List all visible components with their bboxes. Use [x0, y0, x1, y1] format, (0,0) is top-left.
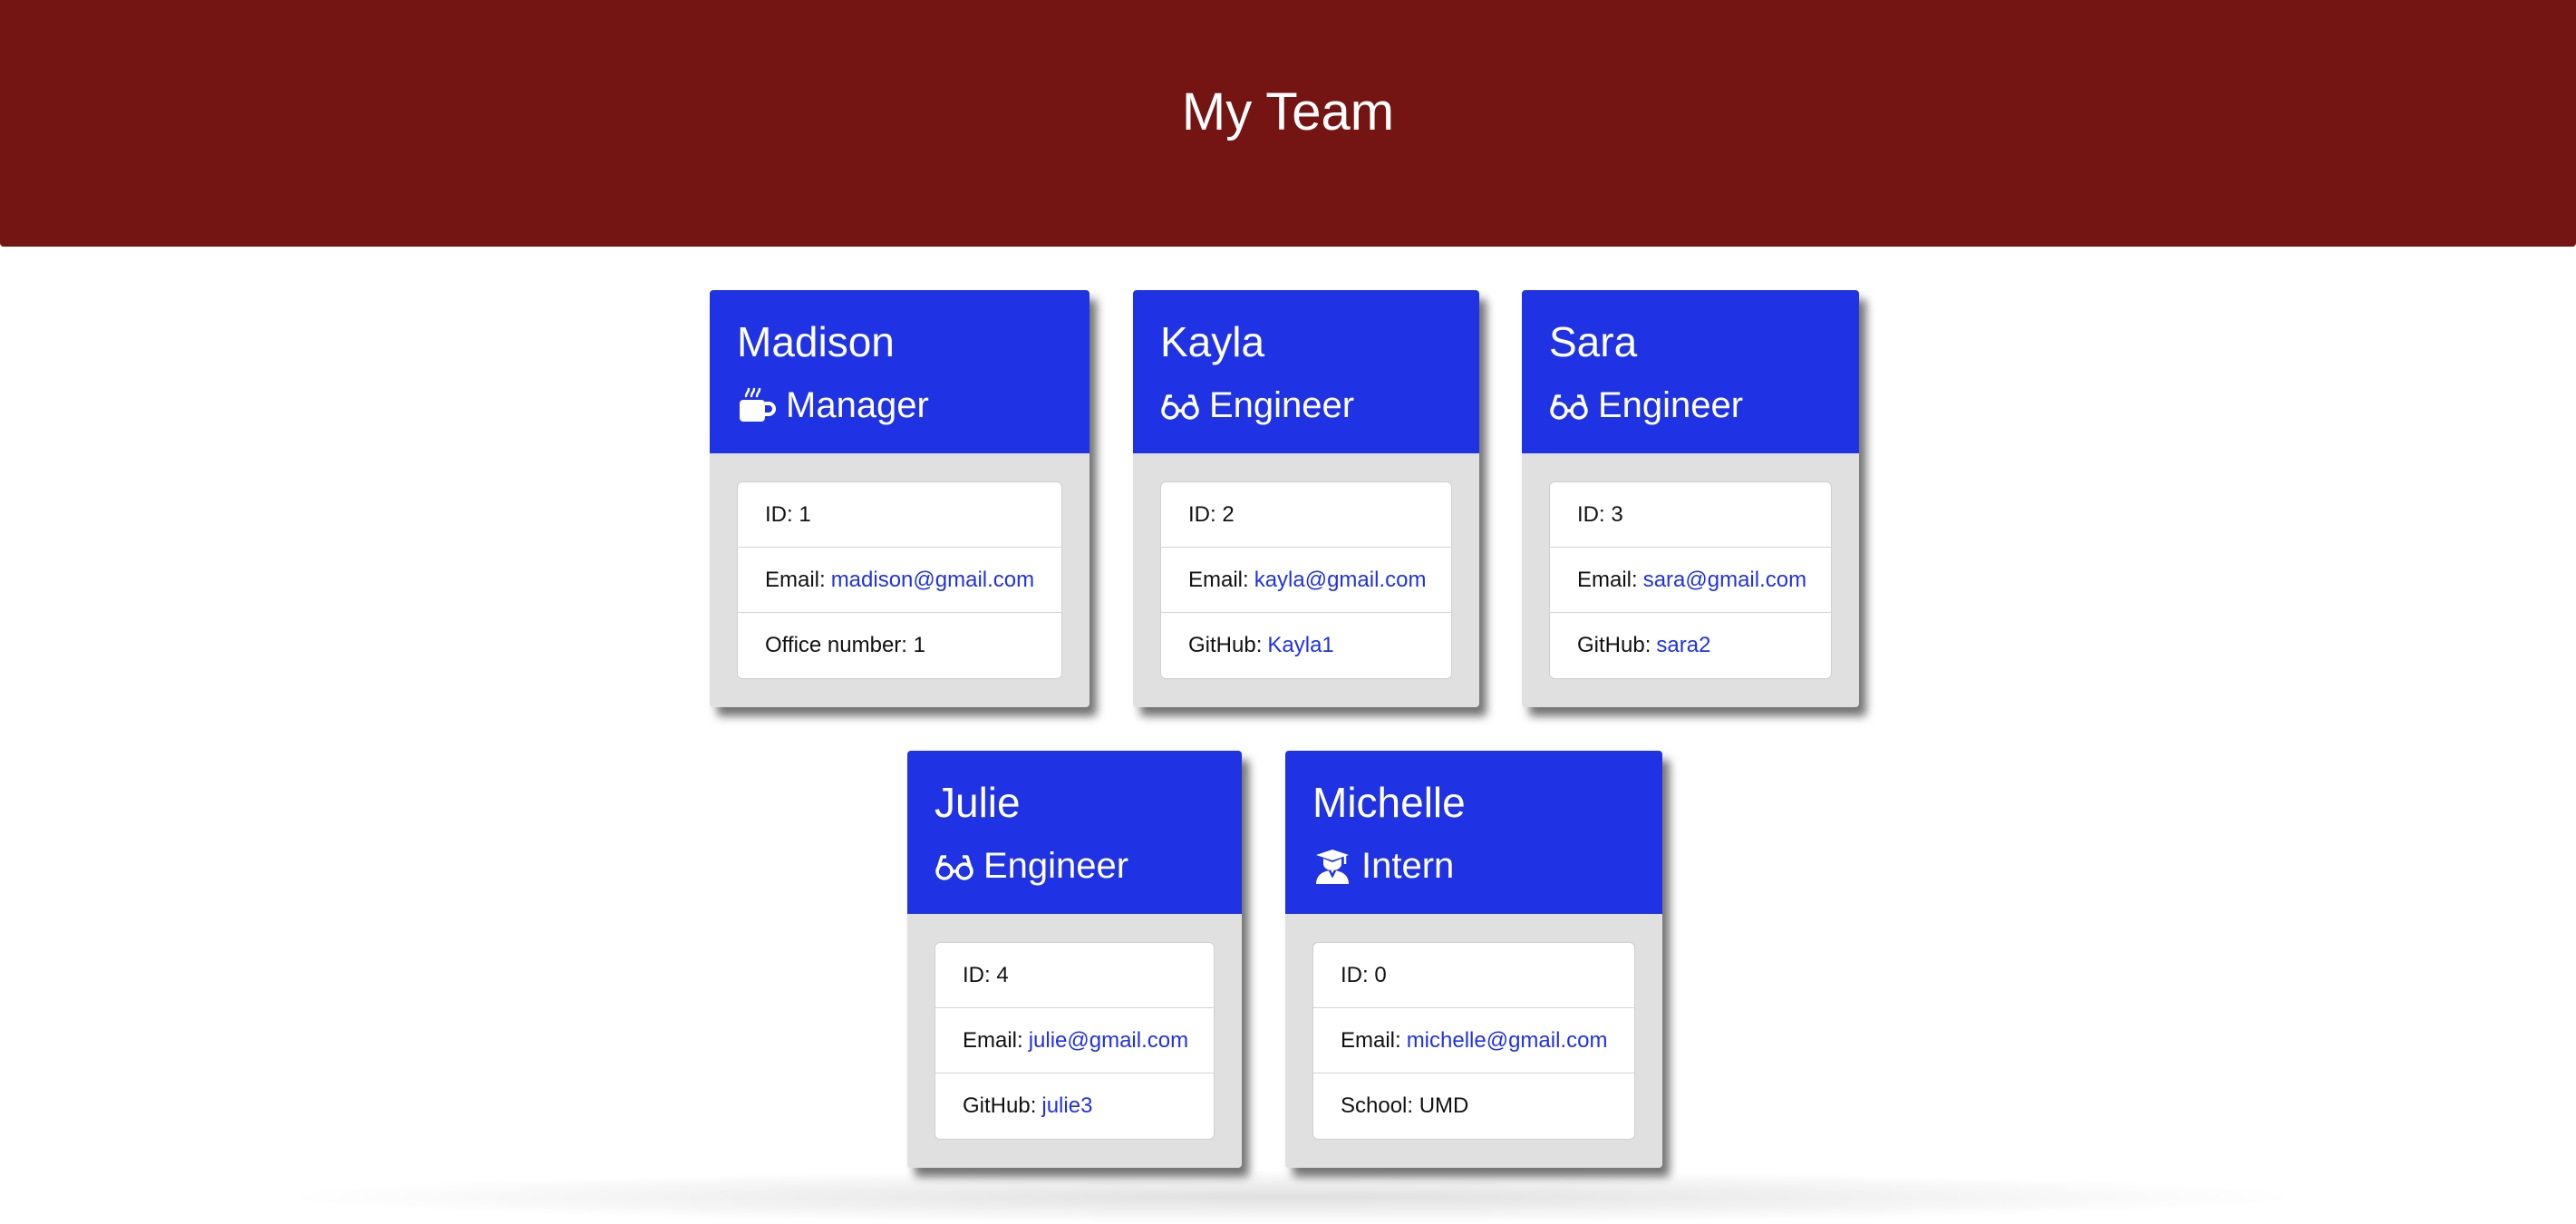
employee-card-michelle: Michelle Intern ID: 0 Email: michelle@gma…	[1285, 751, 1662, 1168]
employee-card-kayla: Kayla Engineer ID: 2 Email: kayla@gmail.c…	[1133, 290, 1479, 707]
github-label: GitHub:	[963, 1093, 1037, 1118]
card-header: Michelle Intern	[1285, 751, 1662, 914]
employee-role: Engineer	[935, 843, 1128, 889]
id-text: ID: 0	[1341, 962, 1387, 987]
graduate-icon	[1312, 846, 1352, 886]
github-link[interactable]: sara2	[1656, 633, 1710, 658]
github-row: GitHub: sara2	[1550, 613, 1831, 678]
employee-card-julie: Julie Engineer ID: 4 Email: julie@gmail.c…	[907, 751, 1242, 1168]
employee-name: Michelle	[1312, 779, 1466, 826]
card-header: Sara Engineer	[1522, 290, 1859, 453]
footer-shadow	[272, 1170, 2311, 1224]
employee-card-sara: Sara Engineer ID: 3 Email: sara@gmail.com…	[1522, 290, 1859, 707]
id-text: ID: 1	[765, 501, 811, 527]
card-header: Kayla Engineer	[1133, 290, 1479, 453]
id-row: ID: 0	[1313, 943, 1634, 1008]
info-list: ID: 4 Email: julie@gmail.com GitHub: julie…	[935, 942, 1215, 1140]
github-link[interactable]: julie3	[1041, 1093, 1092, 1119]
id-row: ID: 1	[738, 482, 1061, 548]
office-number-row: Office number: 1	[738, 613, 1061, 678]
employee-role: Engineer	[1549, 383, 1743, 428]
email-link[interactable]: kayla@gmail.com	[1254, 568, 1427, 593]
employee-name: Julie	[935, 779, 1021, 826]
info-list: ID: 2 Email: kayla@gmail.com GitHub: Kayla…	[1160, 481, 1452, 679]
glasses-icon	[1160, 385, 1200, 425]
github-row: GitHub: julie3	[935, 1073, 1214, 1139]
email-row: Email: michelle@gmail.com	[1313, 1008, 1634, 1073]
github-label: GitHub:	[1577, 633, 1651, 657]
role-label: Intern	[1361, 846, 1455, 886]
email-row: Email: julie@gmail.com	[935, 1008, 1214, 1073]
employee-role: Intern	[1312, 843, 1454, 889]
email-link[interactable]: michelle@gmail.com	[1407, 1028, 1608, 1054]
email-label: Email:	[1577, 567, 1638, 592]
page-header: My Team	[0, 0, 2576, 247]
id-text: ID: 2	[1188, 501, 1235, 527]
card-header: Julie Engineer	[907, 751, 1242, 914]
role-label: Engineer	[983, 846, 1129, 886]
role-label: Engineer	[1209, 385, 1355, 425]
email-label: Email:	[765, 567, 826, 592]
email-row: Email: madison@gmail.com	[738, 548, 1061, 613]
page-title: My Team	[1181, 82, 1395, 141]
email-label: Email:	[1188, 567, 1249, 592]
email-link[interactable]: madison@gmail.com	[831, 568, 1034, 593]
email-label: Email:	[963, 1027, 1023, 1053]
school-text: School: UMD	[1341, 1093, 1469, 1118]
employee-name: Madison	[737, 318, 895, 365]
employee-name: Sara	[1549, 318, 1638, 365]
coffee-mug-icon	[737, 385, 777, 425]
id-row: ID: 2	[1161, 482, 1451, 548]
info-list: ID: 0 Email: michelle@gmail.com School: U…	[1312, 942, 1635, 1140]
github-label: GitHub:	[1188, 633, 1263, 657]
email-link[interactable]: julie@gmail.com	[1029, 1028, 1188, 1054]
id-row: ID: 3	[1550, 482, 1831, 548]
info-list: ID: 1 Email: madison@gmail.com Office num…	[737, 481, 1062, 679]
email-row: Email: kayla@gmail.com	[1161, 548, 1451, 613]
role-label: Engineer	[1598, 385, 1744, 425]
card-header: Madison Manager	[710, 290, 1089, 453]
glasses-icon	[1549, 385, 1589, 425]
github-row: GitHub: Kayla1	[1161, 613, 1451, 678]
id-text: ID: 4	[963, 962, 1009, 987]
email-row: Email: sara@gmail.com	[1550, 548, 1831, 613]
id-row: ID: 4	[935, 943, 1214, 1008]
id-text: ID: 3	[1577, 501, 1623, 527]
employee-role: Engineer	[1160, 383, 1354, 428]
glasses-icon	[935, 846, 974, 886]
email-link[interactable]: sara@gmail.com	[1643, 568, 1806, 593]
email-label: Email:	[1341, 1027, 1401, 1053]
employee-card-madison: Madison Manager ID: 1 Email: madison@gmai…	[710, 290, 1089, 707]
school-row: School: UMD	[1313, 1073, 1634, 1139]
office-number-text: Office number: 1	[765, 633, 925, 657]
employee-name: Kayla	[1160, 318, 1265, 365]
github-link[interactable]: Kayla1	[1267, 633, 1333, 658]
employee-role: Manager	[737, 383, 929, 428]
info-list: ID: 3 Email: sara@gmail.com GitHub: sara2	[1549, 481, 1832, 679]
role-label: Manager	[786, 385, 929, 425]
